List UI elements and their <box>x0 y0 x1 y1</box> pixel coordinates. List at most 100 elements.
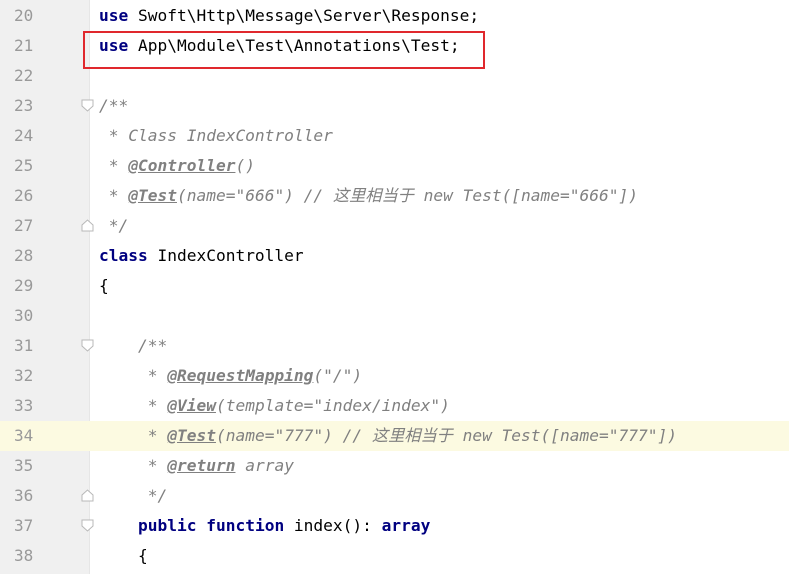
comment-token: (name="777") // 这里相当于 new Test([name="77… <box>215 426 677 445</box>
line-number: 34 <box>14 426 34 445</box>
annotation-token: @View <box>167 396 216 415</box>
line-number: 21 <box>14 36 34 55</box>
fold-end-icon[interactable] <box>81 219 94 232</box>
code-line[interactable]: 27 */ <box>0 211 789 241</box>
comment-token: * <box>99 426 168 445</box>
line-number-cell: 34 <box>0 421 89 451</box>
keyword-token: public <box>137 516 197 535</box>
code-line[interactable]: 24 * Class IndexController <box>0 121 789 151</box>
code-line[interactable]: 36 */ <box>0 481 789 511</box>
code-text: /** <box>99 91 128 121</box>
code-text: */ <box>99 481 168 511</box>
line-number-cell: 36 <box>0 481 89 511</box>
fold-start-icon[interactable] <box>81 519 94 532</box>
comment-token: /** <box>99 336 168 355</box>
line-number: 35 <box>14 456 34 475</box>
line-number-cell: 30 <box>0 301 89 331</box>
comment-token: * <box>99 396 168 415</box>
line-number-cell: 29 <box>0 271 89 301</box>
current-code-line[interactable]: 34 * @Test(name="777") // 这里相当于 new Test… <box>0 421 789 451</box>
line-number-cell: 33 <box>0 391 89 421</box>
line-number: 32 <box>14 366 34 385</box>
fold-start-icon[interactable] <box>81 339 94 352</box>
code-line[interactable]: 20 use Swoft\Http\Message\Server\Response… <box>0 1 789 31</box>
code-text: * @Controller() <box>99 151 255 181</box>
annotation-token: @Controller <box>128 156 236 175</box>
line-number: 29 <box>14 276 34 295</box>
annotation-token: @Test <box>167 426 216 445</box>
line-number-cell: 23 <box>0 91 89 121</box>
code-line[interactable]: 37 public function index(): array <box>0 511 789 541</box>
line-number-cell: 35 <box>0 451 89 481</box>
line-number: 33 <box>14 396 34 415</box>
line-number-cell: 21 <box>0 31 89 61</box>
code-line[interactable]: 33 * @View(template="index/index") <box>0 391 789 421</box>
line-number: 31 <box>14 336 34 355</box>
fold-end-icon[interactable] <box>81 489 94 502</box>
line-number: 37 <box>14 516 34 535</box>
line-number: 22 <box>14 66 34 85</box>
line-number: 30 <box>14 306 34 325</box>
keyword-token: function <box>206 516 285 535</box>
comment-token: * Class IndexController <box>99 126 333 145</box>
comment-token: * <box>99 456 168 475</box>
fold-start-icon[interactable] <box>81 99 94 112</box>
keyword-token: array <box>381 516 431 535</box>
code-text: { <box>99 271 109 301</box>
code-line[interactable]: 23 /** <box>0 91 789 121</box>
line-number: 24 <box>14 126 34 145</box>
code-line[interactable]: 35 * @return array <box>0 451 789 481</box>
code-text: * @return array <box>99 451 294 481</box>
code-line[interactable]: 31 /** <box>0 331 789 361</box>
line-number-cell: 38 <box>0 541 89 571</box>
code-line[interactable]: 38 { <box>0 541 789 571</box>
code-token: Swoft\Http\Message\Server\Response; <box>128 6 480 25</box>
line-number-cell: 27 <box>0 211 89 241</box>
comment-token: */ <box>99 486 168 505</box>
code-text: * @View(template="index/index") <box>99 391 450 421</box>
comment-token: () <box>235 156 255 175</box>
code-text: */ <box>99 211 129 241</box>
comment-token: */ <box>99 216 129 235</box>
annotation-token: @Test <box>128 186 177 205</box>
code-token: IndexController <box>147 246 304 265</box>
code-text: * @Test(name="777") // 这里相当于 new Test([n… <box>99 421 677 451</box>
comment-token: ("/") <box>313 366 363 385</box>
line-number: 26 <box>14 186 34 205</box>
line-number-cell: 20 <box>0 1 89 31</box>
line-number-cell: 24 <box>0 121 89 151</box>
line-number: 28 <box>14 246 34 265</box>
code-line[interactable]: 25 * @Controller() <box>0 151 789 181</box>
highlight-box <box>83 31 485 69</box>
code-text: public function index(): array <box>99 511 430 541</box>
code-token: index(): <box>284 516 382 535</box>
code-line[interactable]: 28 class IndexController <box>0 241 789 271</box>
code-editor[interactable]: 20 use Swoft\Http\Message\Server\Response… <box>0 0 789 574</box>
keyword-token: class <box>99 246 148 265</box>
keyword-token: use <box>99 6 129 25</box>
code-text: class IndexController <box>99 241 304 271</box>
comment-token: (name="666") // 这里相当于 new Test([name="66… <box>176 186 639 205</box>
code-text: { <box>99 541 148 571</box>
comment-token: array <box>235 456 294 475</box>
line-number: 25 <box>14 156 34 175</box>
line-number-cell: 31 <box>0 331 89 361</box>
code-line[interactable]: 29 { <box>0 271 789 301</box>
line-number: 23 <box>14 96 34 115</box>
annotation-token: @return <box>167 456 236 475</box>
code-text: /** <box>99 331 167 361</box>
line-number: 38 <box>14 546 34 565</box>
line-number-cell: 26 <box>0 181 89 211</box>
line-number: 27 <box>14 216 34 235</box>
comment-token: * <box>99 186 129 205</box>
code-line[interactable]: 30 <box>0 301 789 331</box>
comment-token: (template="index/index") <box>215 396 450 415</box>
line-number-cell: 25 <box>0 151 89 181</box>
annotation-token: @RequestMapping <box>167 366 314 385</box>
code-line[interactable]: 32 * @RequestMapping("/") <box>0 361 789 391</box>
line-number: 20 <box>14 6 34 25</box>
code-line[interactable]: 26 * @Test(name="666") // 这里相当于 new Test… <box>0 181 789 211</box>
line-number-cell: 32 <box>0 361 89 391</box>
